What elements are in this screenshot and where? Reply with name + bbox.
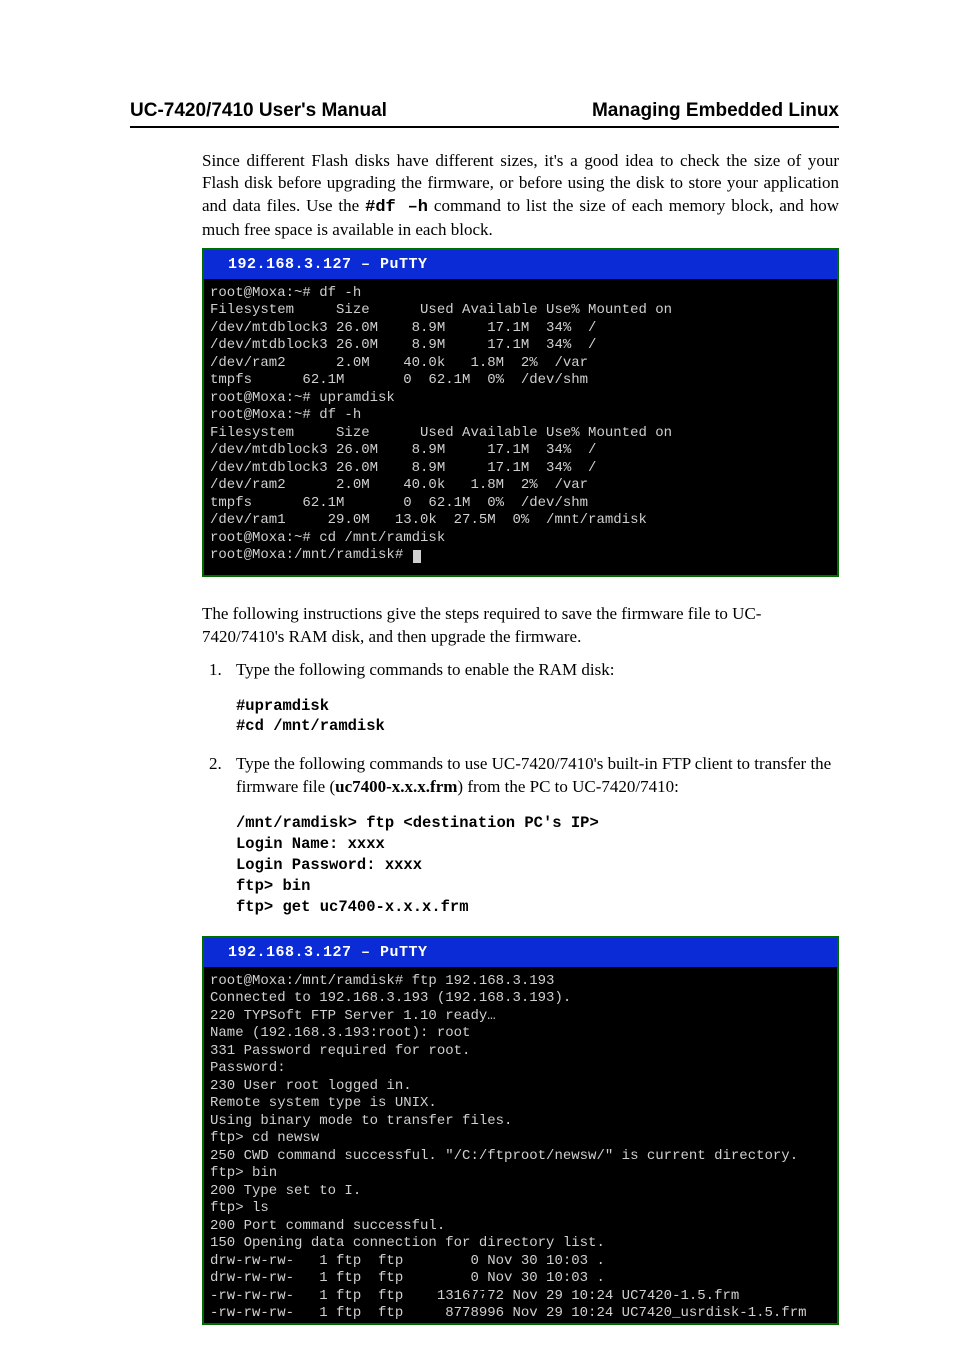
page-header: UC-7420/7410 User's Manual Managing Embe… [130, 100, 839, 126]
terminal-2-body: root@Moxa:/mnt/ramdisk# ftp 192.168.3.19… [204, 967, 837, 1323]
steps-list: Type the following commands to enable th… [202, 659, 839, 918]
header-rule [130, 126, 839, 128]
df-command: #df –h [365, 198, 428, 217]
cursor-icon [413, 550, 421, 563]
terminal-1-title: 192.168.3.127 – PuTTY [204, 250, 837, 279]
intro-paragraph: Since different Flash disks have differe… [202, 150, 839, 242]
step-2-text: Type the following commands to use UC-74… [236, 754, 831, 796]
step-1-text: Type the following commands to enable th… [236, 660, 614, 679]
header-left: UC-7420/7410 User's Manual [130, 100, 387, 122]
step-2-code: /mnt/ramdisk> ftp <destination PC's IP> … [236, 813, 839, 918]
firmware-filename: uc7400-x.x.x.frm [335, 777, 457, 796]
terminal-2-title: 192.168.3.127 – PuTTY [204, 938, 837, 967]
instructions-lead: The following instructions give the step… [202, 603, 839, 649]
terminal-2: 192.168.3.127 – PuTTY root@Moxa:/mnt/ram… [202, 936, 839, 1325]
header-right: Managing Embedded Linux [592, 100, 839, 122]
terminal-1-body: root@Moxa:~# df -h Filesystem Size Used … [204, 279, 837, 565]
step-2: Type the following commands to use UC-74… [226, 753, 839, 917]
terminal-1: 192.168.3.127 – PuTTY root@Moxa:~# df -h… [202, 248, 839, 577]
page-number: 3-3 [0, 1286, 954, 1304]
step-1: Type the following commands to enable th… [226, 659, 839, 738]
step-1-code: #upramdisk #cd /mnt/ramdisk [236, 696, 839, 738]
